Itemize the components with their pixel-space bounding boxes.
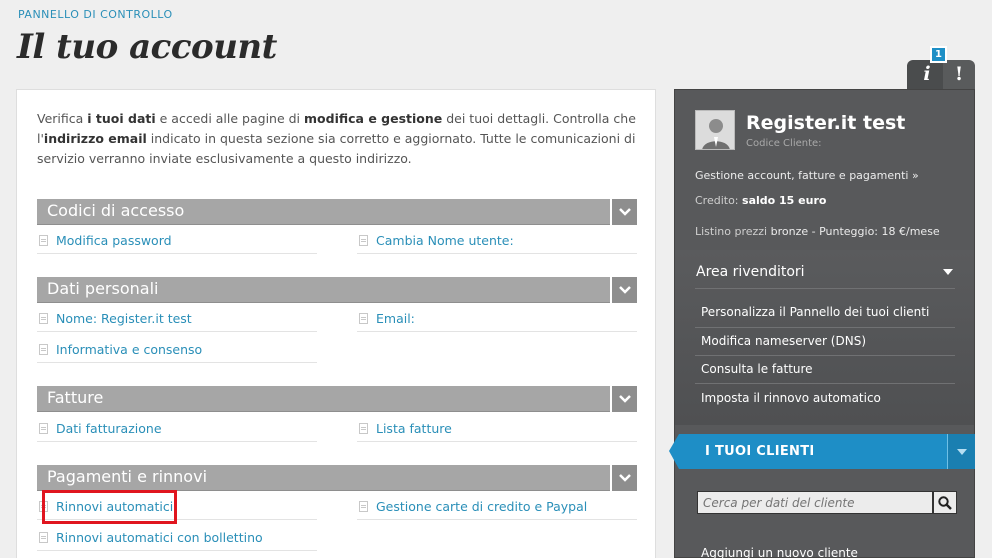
section-title: Pagamenti e rinnovi bbox=[47, 467, 208, 486]
credit-info: Credito: saldo 15 euro bbox=[695, 194, 827, 207]
clients-header[interactable]: I TUOI CLIENTI bbox=[669, 434, 975, 469]
info-tab[interactable]: i bbox=[907, 60, 947, 90]
avatar bbox=[695, 110, 735, 150]
chevron-down-icon[interactable] bbox=[610, 386, 637, 412]
pricelist-info: Listino prezzi bronze - Punteggio: 18 €/… bbox=[695, 225, 940, 238]
section-invoices: Fatture bbox=[37, 386, 637, 412]
reseller-item[interactable]: Modifica nameserver (DNS) bbox=[701, 334, 866, 348]
notch bbox=[669, 434, 679, 469]
document-icon bbox=[39, 235, 48, 246]
link-informativa-consenso[interactable]: Informativa e consenso bbox=[37, 337, 317, 363]
chevron-down-icon[interactable] bbox=[610, 199, 637, 225]
sidebar: Register.it test Codice Cliente: Gestion… bbox=[669, 89, 975, 558]
section-personal-data: Dati personali bbox=[37, 277, 637, 303]
account-panel: Verifica i tuoi dati e accedi alle pagin… bbox=[16, 89, 656, 558]
reseller-item[interactable]: Imposta il rinnovo automatico bbox=[701, 391, 881, 405]
page-title: Il tuo account bbox=[17, 27, 277, 67]
caret-down-icon[interactable] bbox=[943, 269, 953, 275]
intro-text: Verifica i tuoi dati e accedi alle pagin… bbox=[37, 111, 636, 166]
caret-down-icon[interactable] bbox=[947, 434, 975, 469]
section-header[interactable]: Fatture bbox=[37, 386, 637, 412]
divider bbox=[695, 355, 955, 356]
client-search-input[interactable] bbox=[697, 491, 933, 514]
alert-icon: ! bbox=[954, 63, 964, 85]
add-client-link[interactable]: Aggiungi un nuovo cliente bbox=[701, 546, 858, 558]
link-dati-fatturazione[interactable]: Dati fatturazione bbox=[37, 416, 317, 442]
document-icon bbox=[359, 423, 368, 434]
document-icon bbox=[39, 344, 48, 355]
link-modifica-password[interactable]: Modifica password bbox=[37, 228, 317, 254]
link-nome[interactable]: Nome: Register.it test bbox=[37, 306, 317, 332]
account-management-link[interactable]: Gestione account, fatture e pagamenti » bbox=[695, 169, 919, 182]
divider bbox=[695, 383, 955, 384]
link-lista-fatture[interactable]: Lista fatture bbox=[357, 416, 637, 442]
link-cambia-nome-utente[interactable]: Cambia Nome utente: bbox=[357, 228, 637, 254]
document-icon bbox=[39, 313, 48, 324]
reseller-area-title[interactable]: Area rivenditori bbox=[696, 264, 805, 280]
client-code-label: Codice Cliente: bbox=[746, 138, 822, 149]
divider bbox=[695, 327, 955, 328]
document-icon bbox=[359, 313, 368, 324]
document-icon bbox=[39, 423, 48, 434]
breadcrumb[interactable]: PANNELLO DI CONTROLLO bbox=[18, 8, 173, 21]
link-gestione-carte[interactable]: Gestione carte di credito e Paypal bbox=[357, 494, 637, 520]
link-rinnovi-bollettino[interactable]: Rinnovi automatici con bollettino bbox=[37, 525, 317, 551]
alert-tab[interactable]: ! bbox=[943, 60, 975, 90]
reseller-item[interactable]: Consulta le fatture bbox=[701, 362, 813, 376]
section-payments-renewals: Pagamenti e rinnovi bbox=[37, 465, 637, 491]
document-icon bbox=[359, 501, 368, 512]
reseller-item[interactable]: Personalizza il Pannello dei tuoi client… bbox=[701, 305, 929, 319]
section-title: Fatture bbox=[47, 388, 104, 407]
user-name: Register.it test bbox=[746, 112, 906, 134]
section-access-codes: Codici di accesso bbox=[37, 199, 637, 225]
chevron-down-icon[interactable] bbox=[610, 465, 637, 491]
document-icon bbox=[39, 532, 48, 543]
search-button[interactable] bbox=[933, 491, 957, 514]
section-header[interactable]: Pagamenti e rinnovi bbox=[37, 465, 637, 491]
reseller-area: Area rivenditori Personalizza il Pannell… bbox=[675, 250, 974, 425]
chevron-down-icon[interactable] bbox=[610, 277, 637, 303]
info-icon: i bbox=[923, 63, 931, 85]
clients-title: I TUOI CLIENTI bbox=[705, 444, 815, 459]
search-icon bbox=[938, 495, 952, 510]
section-title: Codici di accesso bbox=[47, 201, 185, 220]
highlight-box bbox=[42, 490, 177, 524]
document-icon bbox=[359, 235, 368, 246]
section-header[interactable]: Codici di accesso bbox=[37, 199, 637, 225]
section-header[interactable]: Dati personali bbox=[37, 277, 637, 303]
divider bbox=[695, 288, 955, 289]
section-title: Dati personali bbox=[47, 279, 159, 298]
notification-badge: 1 bbox=[930, 46, 947, 63]
link-email[interactable]: Email: bbox=[357, 306, 637, 332]
